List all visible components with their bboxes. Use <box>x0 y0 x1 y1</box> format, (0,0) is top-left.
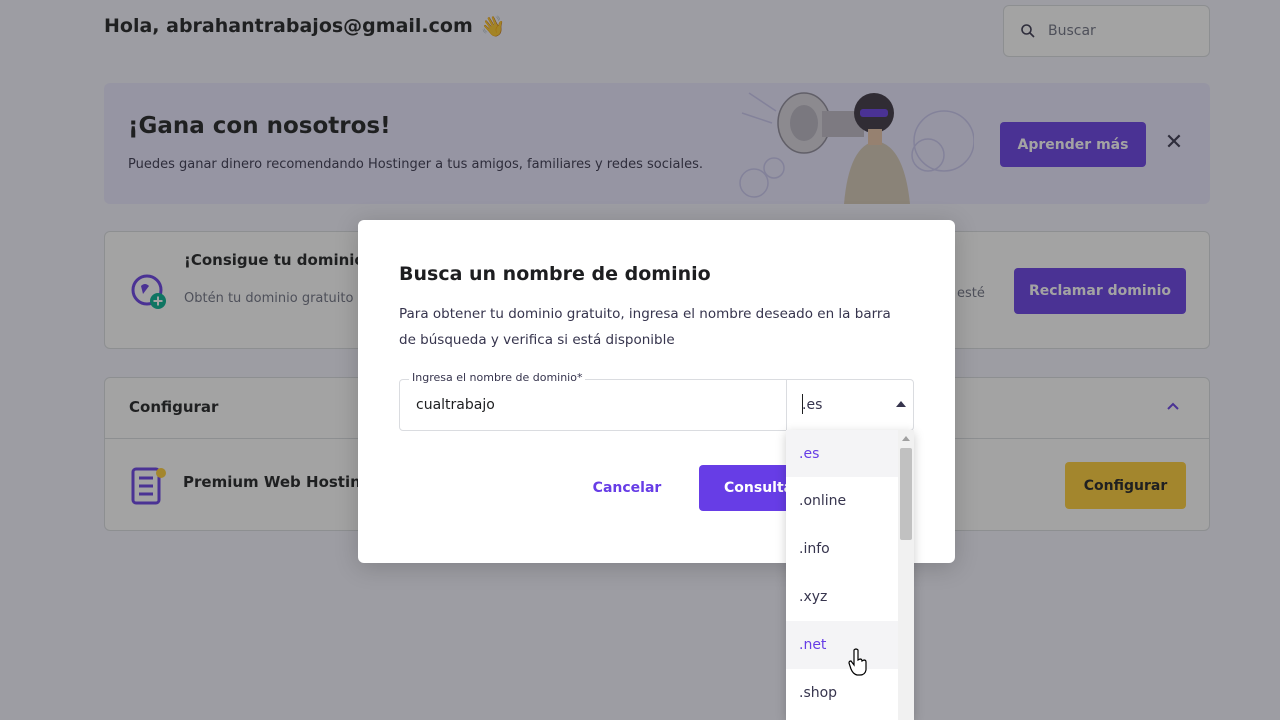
tld-select[interactable]: .es <box>787 380 914 430</box>
tld-option[interactable]: .info <box>786 525 898 573</box>
modal-title: Busca un nombre de dominio <box>399 263 711 285</box>
caret-up-icon <box>896 401 906 407</box>
tld-option-list: .es .online .info .xyz .net .shop <box>786 430 898 717</box>
scroll-up-arrow-icon[interactable] <box>902 436 910 441</box>
tld-dropdown: .es .online .info .xyz .net .shop <box>786 430 914 720</box>
scrollbar-thumb[interactable] <box>900 448 912 540</box>
modal-description: Para obtener tu dominio gratuito, ingres… <box>399 306 891 348</box>
tld-option[interactable]: .xyz <box>786 573 898 621</box>
dropdown-scrollbar[interactable] <box>898 430 914 720</box>
tld-option[interactable]: .es <box>786 430 898 477</box>
domain-name-field: Ingresa el nombre de dominio* .es <box>399 371 914 431</box>
tld-option[interactable]: .net <box>786 621 898 669</box>
domain-name-input[interactable] <box>401 381 785 429</box>
tld-option[interactable]: .online <box>786 477 898 525</box>
tld-selected-value: .es <box>802 397 823 413</box>
cancel-button[interactable]: Cancelar <box>577 465 677 511</box>
hand-pointer-icon <box>848 648 867 676</box>
tld-option[interactable]: .shop <box>786 669 898 717</box>
text-caret <box>802 394 803 414</box>
